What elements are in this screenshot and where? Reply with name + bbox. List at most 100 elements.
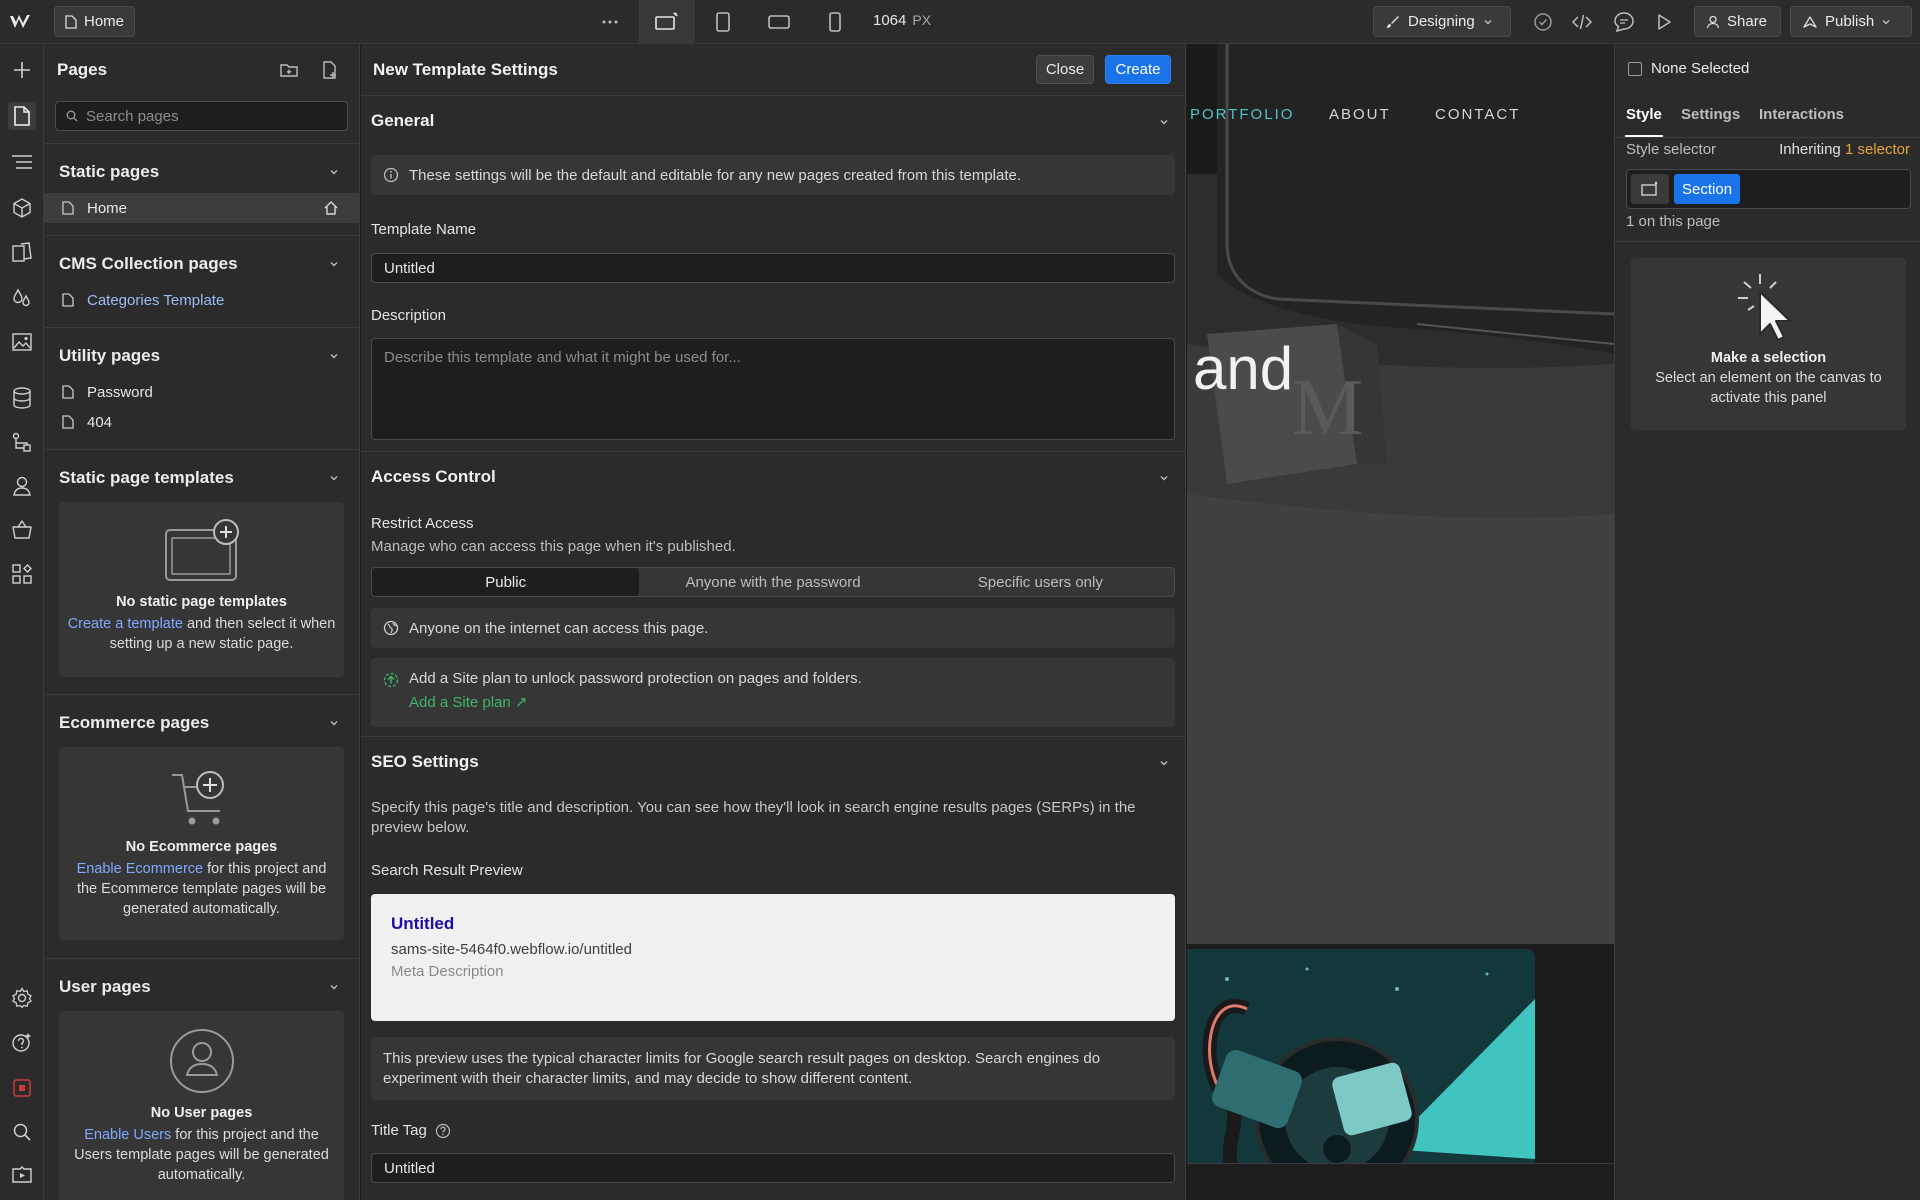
style-selector-input[interactable]: Section [1626, 169, 1911, 209]
add-site-plan-link[interactable]: Add a Site plan ↗ [409, 693, 862, 711]
static-templates-title[interactable]: Static page templates [59, 468, 234, 488]
chevron-down-icon[interactable] [328, 258, 340, 270]
cms-database-icon[interactable] [8, 384, 36, 412]
nav-link-about[interactable]: ABOUT [1329, 106, 1391, 123]
tab-interactions[interactable]: Interactions [1759, 106, 1844, 123]
chevron-down-icon[interactable] [1158, 116, 1170, 128]
access-control-section-title[interactable]: Access Control [371, 467, 496, 487]
audit-check-icon[interactable] [1531, 10, 1555, 34]
logic-flow-icon[interactable] [8, 428, 36, 456]
access-option-password[interactable]: Anyone with the password [639, 568, 906, 596]
page-item-categories-template[interactable]: Categories Template [44, 285, 359, 315]
title-tag-input[interactable]: Untitled [371, 1153, 1175, 1183]
general-section-title[interactable]: General [371, 111, 434, 131]
designing-mode-button[interactable]: Designing [1373, 6, 1511, 37]
hero-heading-fragment[interactable]: and [1193, 334, 1293, 403]
publish-button[interactable]: Publish [1790, 6, 1912, 37]
info-icon [383, 167, 399, 183]
template-name-input[interactable]: Untitled [371, 253, 1175, 283]
static-pages-title[interactable]: Static pages [59, 162, 159, 182]
page-item-404[interactable]: 404 [44, 407, 359, 437]
add-template-illustration-icon [162, 518, 242, 584]
hero-section[interactable]: M PORTFOLIO ABOUT CONTACT and [1187, 44, 1614, 944]
ecommerce-basket-icon[interactable] [8, 516, 36, 544]
description-textarea[interactable]: Describe this template and what it might… [371, 338, 1175, 440]
static-pages-section: Static pages Home [44, 143, 359, 235]
page-item-password[interactable]: Password [44, 377, 359, 407]
inheriting-row[interactable]: Inheriting 1 selector [1779, 141, 1910, 158]
chevron-down-icon[interactable] [1158, 757, 1170, 769]
none-selected-row[interactable]: None Selected [1628, 60, 1749, 77]
canvas-width-readout[interactable]: 1064 PX [873, 12, 931, 29]
utility-pages-title[interactable]: Utility pages [59, 346, 160, 366]
users-icon[interactable] [8, 472, 36, 500]
comments-icon[interactable] [1612, 10, 1636, 34]
new-folder-icon[interactable] [279, 60, 301, 82]
page-icon [62, 385, 74, 399]
enable-users-link[interactable]: Enable Users [84, 1127, 171, 1143]
create-template-link[interactable]: Create a template [68, 616, 183, 632]
chevron-down-icon[interactable] [328, 472, 340, 484]
search-result-preview-card: Untitled sams-site-5464f0.webflow.io/unt… [371, 894, 1175, 1021]
page-item-home[interactable]: Home [44, 193, 359, 223]
template-settings-header: New Template Settings Close Create [361, 44, 1185, 96]
chevron-down-icon[interactable] [1158, 472, 1170, 484]
share-button[interactable]: Share [1694, 6, 1781, 37]
nav-link-contact[interactable]: CONTACT [1435, 106, 1520, 123]
search-pages-input[interactable]: Search pages [55, 101, 348, 131]
chevron-down-icon[interactable] [328, 350, 340, 362]
new-page-icon[interactable] [320, 60, 342, 82]
preview-play-icon[interactable] [1652, 10, 1676, 34]
selector-chip-section[interactable]: Section [1674, 174, 1741, 204]
mobile-portrait-breakpoint-icon[interactable] [807, 0, 863, 44]
design-canvas[interactable]: M PORTFOLIO ABOUT CONTACT and [1187, 44, 1614, 1200]
settings-gear-icon[interactable] [8, 984, 36, 1012]
style-panel: None Selected Style Settings Interaction… [1614, 44, 1920, 1200]
create-button[interactable]: Create [1105, 55, 1171, 84]
variables-drops-icon[interactable] [8, 284, 36, 312]
ecommerce-pages-title[interactable]: Ecommerce pages [59, 713, 209, 733]
current-page-button[interactable]: Home [54, 6, 136, 37]
restrict-access-subtitle: Manage who can access this page when it'… [371, 538, 736, 555]
help-icon[interactable] [8, 1028, 36, 1056]
apps-icon[interactable] [8, 560, 36, 588]
cms-pages-title[interactable]: CMS Collection pages [59, 254, 238, 274]
styles-icon[interactable] [8, 238, 36, 266]
chevron-down-icon[interactable] [328, 166, 340, 178]
tab-style[interactable]: Style [1626, 106, 1662, 123]
mobile-landscape-breakpoint-icon[interactable] [751, 0, 807, 44]
access-option-specific-users[interactable]: Specific users only [907, 568, 1174, 596]
selection-checkbox[interactable] [1628, 61, 1642, 76]
home-icon[interactable] [323, 200, 339, 216]
webflow-logo-icon[interactable] [8, 10, 36, 34]
user-pages-section: User pages No User pages Enable Users fo… [44, 958, 359, 1200]
add-elements-icon[interactable] [8, 56, 36, 84]
template-settings-title: New Template Settings [373, 60, 558, 79]
pages-icon[interactable] [8, 102, 36, 130]
chevron-down-icon[interactable] [328, 717, 340, 729]
tablet-breakpoint-icon[interactable] [695, 0, 751, 44]
inheriting-count[interactable]: 1 selector [1845, 141, 1910, 158]
components-icon[interactable] [8, 194, 36, 222]
site-plan-info-box: Add a Site plan to unlock password prote… [371, 658, 1175, 727]
chevron-down-icon[interactable] [328, 981, 340, 993]
video-tutorials-icon[interactable] [8, 1160, 36, 1188]
hero-background-image: M [1187, 44, 1614, 944]
navigator-icon[interactable] [8, 148, 36, 176]
close-button[interactable]: Close [1036, 55, 1094, 84]
nav-link-portfolio[interactable]: PORTFOLIO [1190, 106, 1294, 123]
assets-image-icon[interactable] [8, 328, 36, 356]
user-pages-title[interactable]: User pages [59, 977, 151, 997]
help-circle-icon[interactable] [435, 1123, 451, 1139]
seo-section-title[interactable]: SEO Settings [371, 752, 479, 772]
search-icon [66, 110, 78, 122]
search-icon[interactable] [8, 1118, 36, 1146]
more-options-icon[interactable] [582, 0, 638, 44]
tab-settings[interactable]: Settings [1681, 106, 1740, 123]
desktop-breakpoint-icon[interactable] [639, 0, 695, 44]
code-icon[interactable] [1570, 10, 1594, 34]
enable-ecommerce-link[interactable]: Enable Ecommerce [77, 861, 204, 877]
selector-state-icon[interactable] [1631, 174, 1669, 204]
access-option-public[interactable]: Public [372, 568, 640, 596]
record-stop-icon[interactable] [8, 1074, 36, 1102]
